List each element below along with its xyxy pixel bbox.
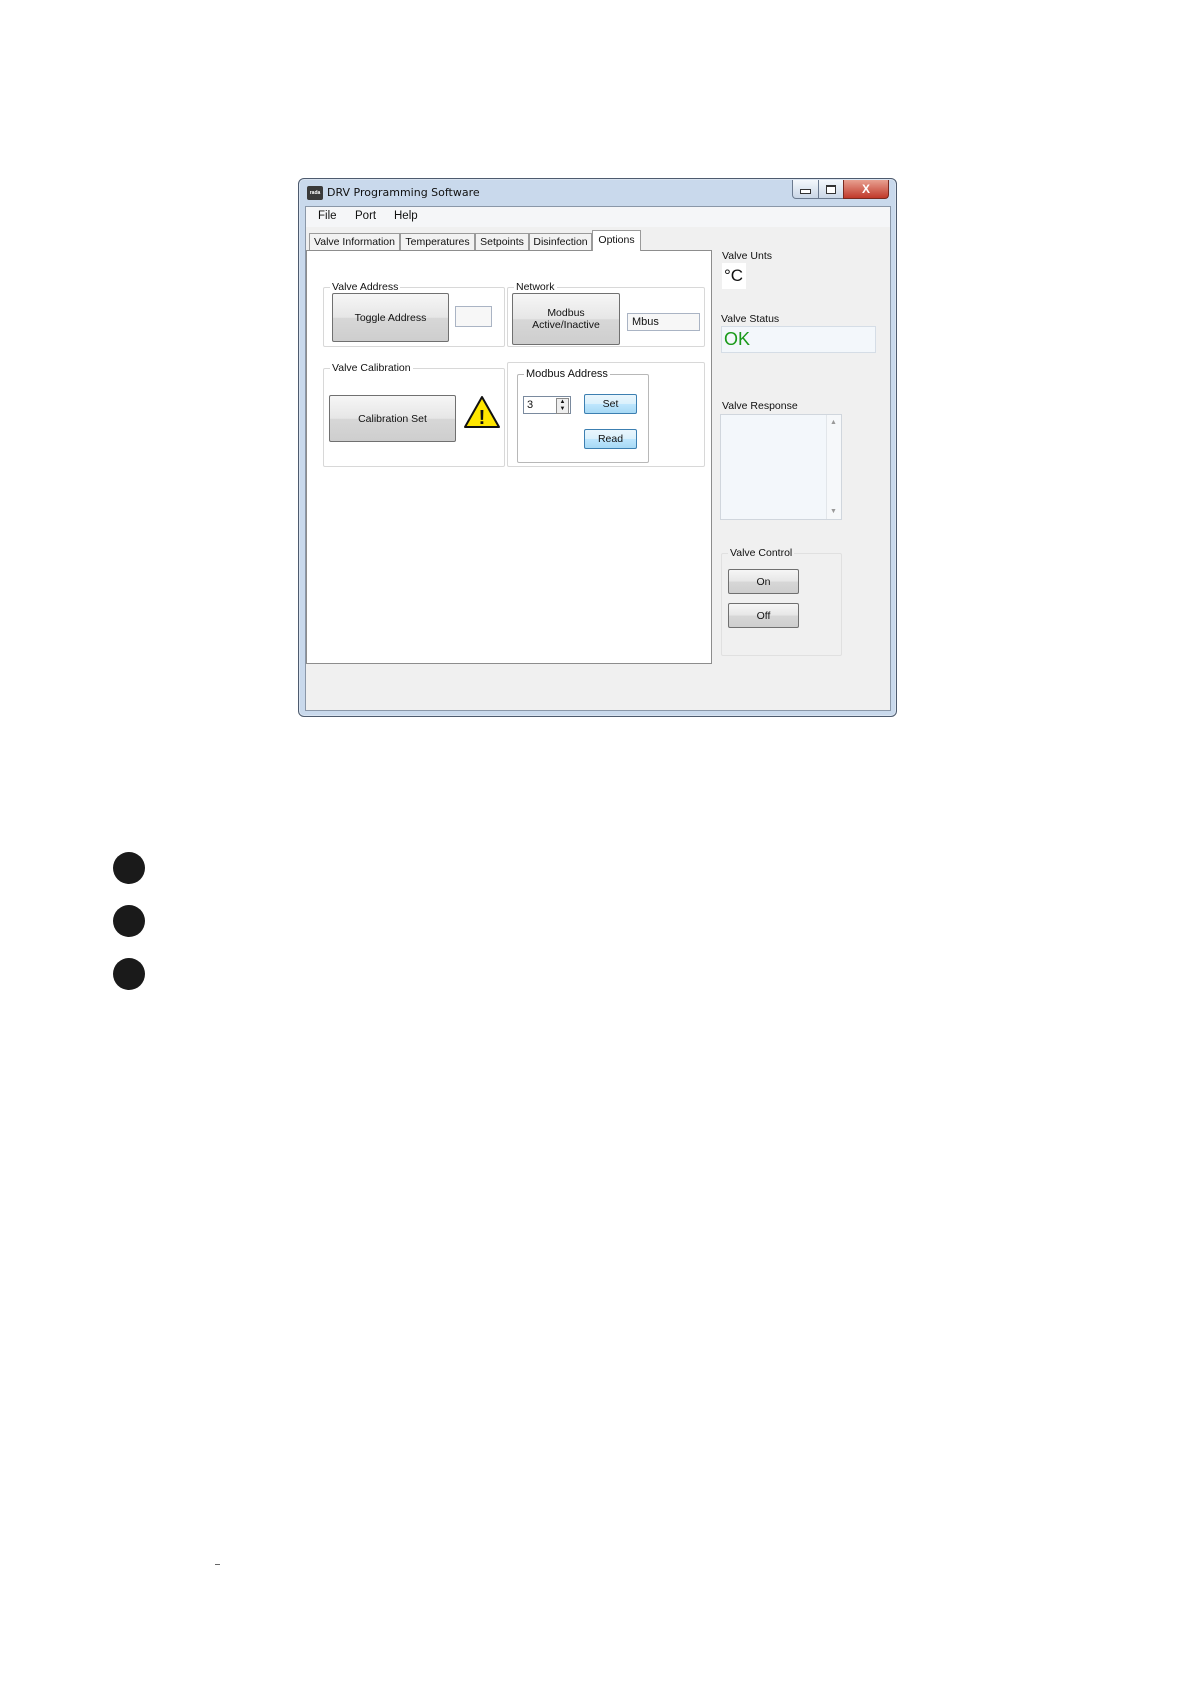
client-area: File Port Help Valve Information Tempera… [305,206,891,711]
maximize-button[interactable] [818,180,844,199]
tab-disinfection[interactable]: Disinfection [529,233,592,250]
valve-address-field[interactable] [455,306,492,327]
modbus-button-line1: Modbus [547,307,585,319]
valve-calibration-legend: Valve Calibration [332,362,411,374]
warning-icon: ! [464,396,500,429]
close-button[interactable]: X [843,180,889,199]
scroll-down-icon[interactable]: ▼ [830,508,837,515]
toggle-address-button[interactable]: Toggle Address [332,293,449,342]
valve-units-label: Valve Unts [722,250,772,262]
valve-address-legend: Valve Address [332,281,399,293]
tab-temperatures[interactable]: Temperatures [400,233,475,250]
application-window: rada DRV Programming Software X File Por… [298,178,897,717]
menu-file[interactable]: File [318,210,337,222]
app-logo-icon: rada [307,186,323,200]
callout-circle-3 [113,958,145,990]
modbus-address-value: 3 [527,399,534,411]
close-icon: X [861,182,870,196]
valve-off-button[interactable]: Off [728,603,799,628]
modbus-button-line2: Active/Inactive [532,319,600,331]
valve-control-group: Valve Control [721,547,842,656]
valve-control-legend: Valve Control [730,547,793,559]
tab-options[interactable]: Options [592,230,641,251]
options-tab-page: Valve Address Toggle Address Network Mod… [306,250,712,664]
valve-units-value: °C [722,263,746,289]
tab-setpoints[interactable]: Setpoints [475,233,529,250]
minimize-button[interactable] [792,180,819,199]
network-mode-field: Mbus [627,313,700,331]
warning-glyph: ! [479,407,486,429]
scroll-up-icon[interactable]: ▲ [830,419,837,426]
menu-port[interactable]: Port [355,210,376,222]
valve-response-box[interactable]: ▲ ▼ [720,414,842,520]
modbus-address-legend: Modbus Address [526,368,608,380]
modbus-address-spinner[interactable]: 3 ▲ ▼ [523,396,571,414]
modbus-set-button[interactable]: Set [584,394,637,414]
valve-status-label: Valve Status [721,313,780,325]
valve-status-value: OK [721,326,876,353]
valve-on-button[interactable]: On [728,569,799,594]
callout-circle-1 [113,852,145,884]
valve-response-label: Valve Response [722,400,798,412]
window-title: DRV Programming Software [327,186,480,199]
menu-bar: File Port Help [306,207,890,227]
title-bar[interactable]: rada DRV Programming Software X [299,179,896,207]
modbus-active-inactive-button[interactable]: Modbus Active/Inactive [512,293,620,345]
callout-circle-2 [113,905,145,937]
maximize-icon [826,184,836,194]
page-mark [215,1564,220,1565]
calibration-set-button[interactable]: Calibration Set [329,395,456,442]
minimize-icon [800,189,811,194]
tab-valve-information[interactable]: Valve Information [309,233,400,250]
menu-help[interactable]: Help [394,210,418,222]
network-legend: Network [516,281,555,293]
spinner-arrows-icon[interactable]: ▲ ▼ [556,398,569,414]
response-scrollbar[interactable]: ▲ ▼ [826,415,841,519]
modbus-read-button[interactable]: Read [584,429,637,449]
